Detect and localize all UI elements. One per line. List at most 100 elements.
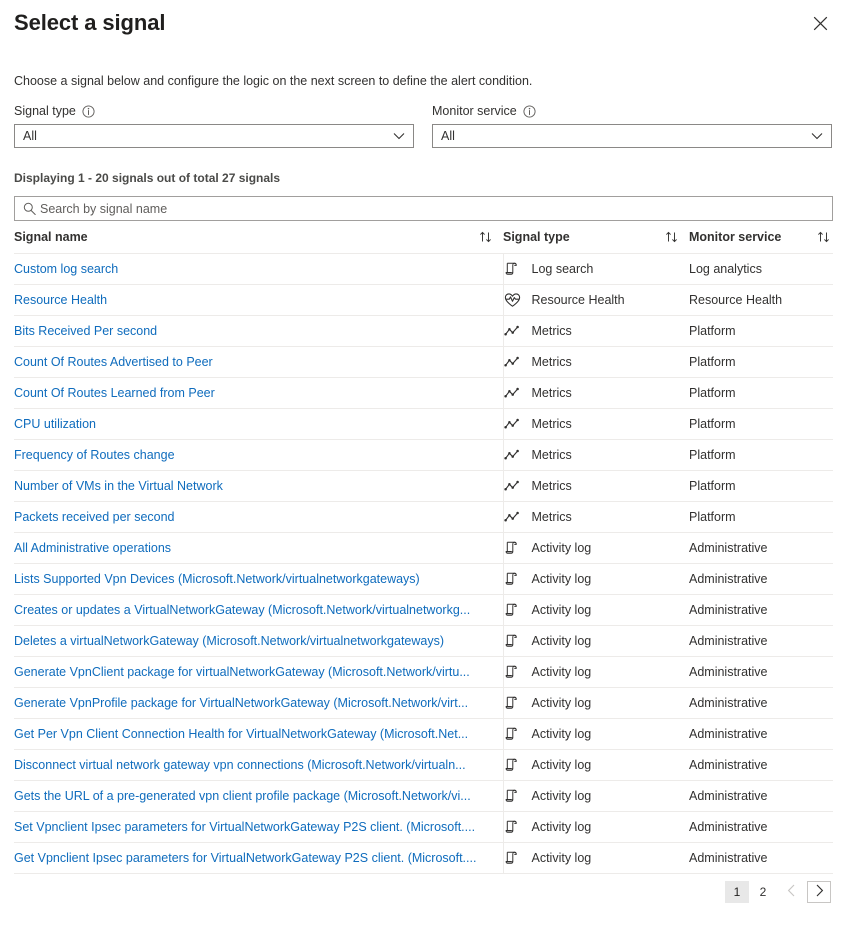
table-row[interactable]: Get Per Vpn Client Connection Health for… [14, 719, 833, 750]
sort-ascending-descending-icon [665, 230, 679, 244]
select-a-signal-dialog: Select a signal Choose a signal below an… [0, 0, 847, 950]
signal-type-label: Log search [532, 261, 594, 277]
signal-type-value: All [23, 125, 393, 147]
table-row[interactable]: Lists Supported Vpn Devices (Microsoft.N… [14, 564, 833, 595]
chevron-left-icon [787, 884, 796, 900]
cell-signal-name: Set Vpnclient Ipsec parameters for Virtu… [14, 812, 503, 843]
monitor-service-label: Platform [689, 417, 736, 431]
signal-type-label: Metrics [532, 509, 572, 525]
heart-pulse-icon [504, 292, 521, 309]
chevron-down-icon [393, 130, 405, 142]
column-header-signal-type[interactable]: Signal type [503, 230, 689, 254]
metrics-line-chart-icon [504, 447, 521, 464]
signal-name-link[interactable]: Get Vpnclient Ipsec parameters for Virtu… [14, 850, 503, 866]
table-row[interactable]: Custom log search Log search Log analytics [14, 254, 833, 285]
monitor-service-label: Log analytics [689, 262, 762, 276]
table-row[interactable]: Set Vpnclient Ipsec parameters for Virtu… [14, 812, 833, 843]
table-row[interactable]: Number of VMs in the Virtual NetworkMetr… [14, 471, 833, 502]
signal-name-link[interactable]: Set Vpnclient Ipsec parameters for Virtu… [14, 819, 503, 835]
signal-name-link[interactable]: Bits Received Per second [14, 323, 503, 339]
cell-monitor-service: Platform [689, 471, 833, 502]
log-scroll-icon [504, 571, 521, 588]
table-row[interactable]: Count Of Routes Learned from Peer Metrics… [14, 378, 833, 409]
metrics-line-chart-icon [504, 323, 521, 340]
info-icon[interactable] [523, 105, 536, 118]
filter-monitor-service-label-row: Monitor service [432, 103, 832, 120]
monitor-service-label: Administrative [689, 820, 768, 834]
page-button-1[interactable]: 1 [725, 881, 749, 903]
table-row[interactable]: Generate VpnProfile package for VirtualN… [14, 688, 833, 719]
table-row[interactable]: All Administrative operationsActivity lo… [14, 533, 833, 564]
monitor-service-label: Platform [689, 448, 736, 462]
signal-name-link[interactable]: Number of VMs in the Virtual Network [14, 478, 503, 494]
table-row[interactable]: Frequency of Routes changeMetricsPlatfor… [14, 440, 833, 471]
signal-name-link[interactable]: Generate VpnProfile package for VirtualN… [14, 695, 503, 711]
cell-signal-type: Log search [503, 254, 689, 285]
table-row[interactable]: Get Vpnclient Ipsec parameters for Virtu… [14, 843, 833, 874]
cell-monitor-service: Platform [689, 378, 833, 409]
cell-monitor-service: Administrative [689, 657, 833, 688]
signal-type-label: Metrics [532, 385, 572, 401]
cell-signal-name: All Administrative operations [14, 533, 503, 564]
signal-name-link[interactable]: Get Per Vpn Client Connection Health for… [14, 726, 503, 742]
cell-signal-name: Bits Received Per second [14, 316, 503, 347]
signal-name-link[interactable]: All Administrative operations [14, 540, 503, 556]
cell-signal-type: Metrics [503, 471, 689, 502]
signal-name-link[interactable]: Count Of Routes Learned from Peer [14, 385, 503, 401]
chevron-right-icon [815, 884, 824, 900]
search-box[interactable] [14, 196, 833, 221]
signal-name-link[interactable]: Count Of Routes Advertised to Peer [14, 354, 503, 370]
column-header-monitor-service[interactable]: Monitor service [689, 230, 833, 254]
cell-monitor-service: Administrative [689, 626, 833, 657]
table-row[interactable]: Deletes a virtualNetworkGateway (Microso… [14, 626, 833, 657]
monitor-service-label: Platform [689, 324, 736, 338]
filter-monitor-service-label: Monitor service [432, 103, 517, 120]
signal-name-link[interactable]: CPU utilization [14, 416, 503, 432]
signal-name-link[interactable]: Gets the URL of a pre-generated vpn clie… [14, 788, 503, 804]
close-icon [813, 16, 828, 31]
metrics-line-chart-icon [504, 416, 521, 433]
log-scroll-icon [504, 602, 521, 619]
signal-name-link[interactable]: Resource Health [14, 292, 503, 308]
table-row[interactable]: Creates or updates a VirtualNetworkGatew… [14, 595, 833, 626]
next-page-button[interactable] [807, 881, 831, 903]
page-button-2[interactable]: 2 [751, 881, 775, 903]
signal-name-link[interactable]: Disconnect virtual network gateway vpn c… [14, 757, 503, 773]
signal-name-link[interactable]: Custom log search [14, 261, 503, 277]
info-icon[interactable] [82, 105, 95, 118]
monitor-service-label: Administrative [689, 851, 768, 865]
table-row[interactable]: Generate VpnClient package for virtualNe… [14, 657, 833, 688]
monitor-service-dropdown[interactable]: All [432, 124, 832, 148]
sort-ascending-descending-icon [479, 230, 493, 244]
signal-name-link[interactable]: Deletes a virtualNetworkGateway (Microso… [14, 633, 503, 649]
cell-signal-type: Metrics [503, 316, 689, 347]
cell-signal-name: Lists Supported Vpn Devices (Microsoft.N… [14, 564, 503, 595]
table-row[interactable]: Disconnect virtual network gateway vpn c… [14, 750, 833, 781]
table-row[interactable]: Bits Received Per secondMetricsPlatform [14, 316, 833, 347]
results-count-text: Displaying 1 - 20 signals out of total 2… [0, 170, 847, 186]
signal-type-dropdown[interactable]: All [14, 124, 414, 148]
signal-name-link[interactable]: Creates or updates a VirtualNetworkGatew… [14, 602, 503, 618]
cell-signal-name: Gets the URL of a pre-generated vpn clie… [14, 781, 503, 812]
cell-signal-name: Resource Health [14, 285, 503, 316]
search-input[interactable] [40, 198, 825, 219]
column-header-signal-name[interactable]: Signal name [14, 230, 503, 254]
table-row[interactable]: Gets the URL of a pre-generated vpn clie… [14, 781, 833, 812]
cell-monitor-service: Log analytics [689, 254, 833, 285]
cell-monitor-service: Platform [689, 440, 833, 471]
table-row[interactable]: Resource HealthResource HealthResource H… [14, 285, 833, 316]
signal-name-link[interactable]: Frequency of Routes change [14, 447, 503, 463]
monitor-service-label: Administrative [689, 603, 768, 617]
signal-type-label: Activity log [532, 819, 592, 835]
cell-monitor-service: Administrative [689, 719, 833, 750]
signal-name-link[interactable]: Lists Supported Vpn Devices (Microsoft.N… [14, 571, 503, 587]
cell-signal-name: Custom log search [14, 254, 503, 285]
signal-name-link[interactable]: Generate VpnClient package for virtualNe… [14, 664, 503, 680]
table-row[interactable]: Count Of Routes Advertised to PeerMetric… [14, 347, 833, 378]
signal-name-link[interactable]: Packets received per second [14, 509, 503, 525]
close-button[interactable] [807, 10, 833, 36]
cell-signal-type: Metrics [503, 502, 689, 533]
table-row[interactable]: CPU utilizationMetricsPlatform [14, 409, 833, 440]
table-row[interactable]: Packets received per secondMetricsPlatfo… [14, 502, 833, 533]
cell-signal-type: Activity log [503, 750, 689, 781]
